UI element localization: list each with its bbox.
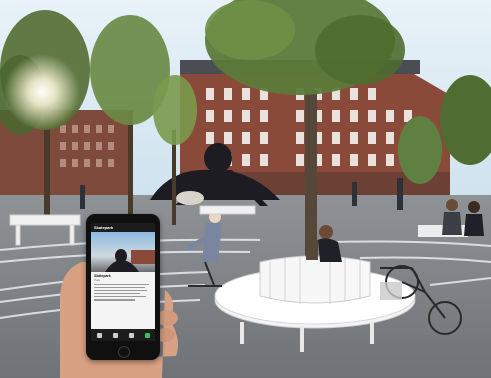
phone-article-subtitle: Park xyxy=(94,278,101,282)
home-button[interactable] xyxy=(118,346,130,358)
phone-tab-icon[interactable] xyxy=(96,332,102,338)
phone-article-text-lines xyxy=(94,283,152,301)
back-bench xyxy=(199,205,256,215)
phone-tab-icon[interactable] xyxy=(112,332,118,338)
phone-article: Skatepark Park xyxy=(91,272,155,304)
phone-tab-icon[interactable] xyxy=(128,332,134,338)
phone-title-bar: Skatepark xyxy=(91,223,155,232)
phone-screen-photo xyxy=(91,232,155,272)
smartphone: Skatepark Skatepark Park xyxy=(86,214,160,360)
phone-screen: Skatepark Skatepark Park xyxy=(91,223,155,341)
sun-glare xyxy=(4,54,80,130)
phone-tab-bar xyxy=(91,329,155,341)
scene-svg xyxy=(0,0,491,378)
urban-square-photo: Skatepark Skatepark Park xyxy=(0,0,491,378)
phone-tab-icon-active[interactable] xyxy=(144,332,150,338)
